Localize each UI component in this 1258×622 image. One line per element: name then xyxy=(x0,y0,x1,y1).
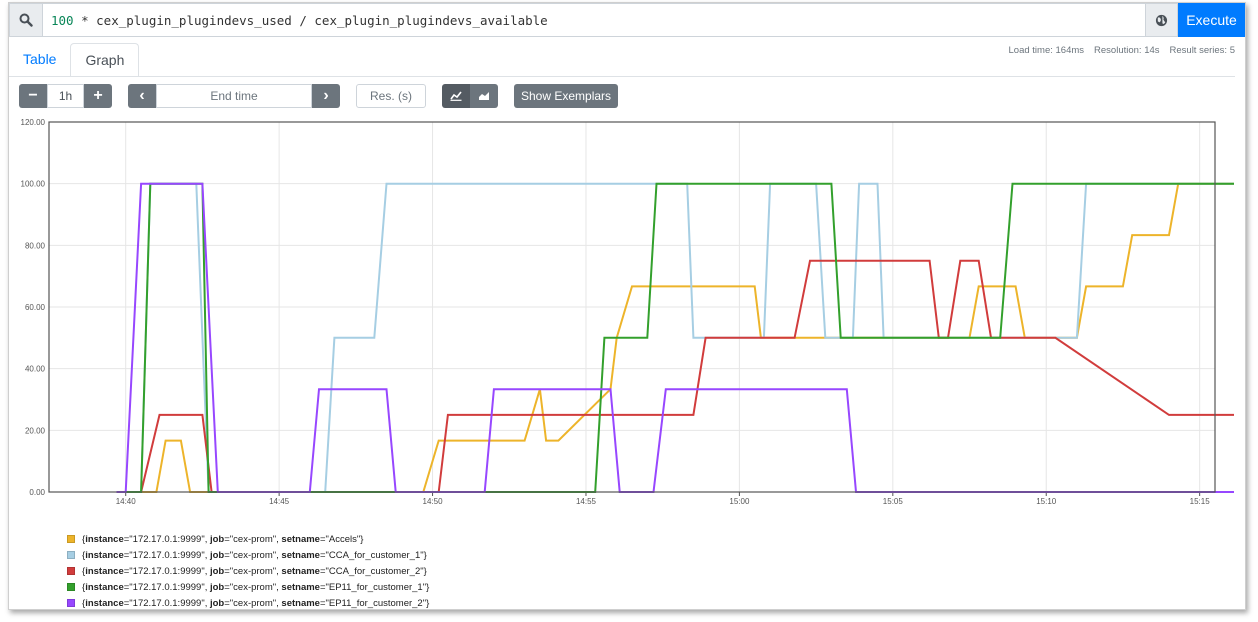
legend-item[interactable]: {instance="172.17.0.1:9999", job="cex-pr… xyxy=(67,579,429,595)
line-chart-icon[interactable] xyxy=(442,84,470,108)
query-number: 100 xyxy=(51,13,74,28)
show-exemplars-button[interactable]: Show Exemplars xyxy=(514,84,619,108)
legend-swatch xyxy=(67,535,75,543)
query-stats: Load time: 164ms Resolution: 14s Result … xyxy=(1009,45,1235,56)
x-tick-label: 14:40 xyxy=(116,497,137,506)
x-tick-label: 15:15 xyxy=(1190,497,1211,506)
x-tick-label: 14:45 xyxy=(269,497,290,506)
resolution-input[interactable]: Res. (s) xyxy=(356,84,426,108)
tab-bar: Table Graph xyxy=(9,43,140,77)
legend-item[interactable]: {instance="172.17.0.1:9999", job="cex-pr… xyxy=(67,595,429,611)
x-tick-label: 15:10 xyxy=(1036,497,1057,506)
legend-label: {instance="172.17.0.1:9999", job="cex-pr… xyxy=(82,533,364,545)
y-tick-label: 80.00 xyxy=(25,241,46,250)
query-expression: * cex_plugin_plugindevs_used / cex_plugi… xyxy=(73,13,548,28)
decrease-range-button[interactable]: − xyxy=(19,84,47,108)
globe-icon[interactable] xyxy=(1146,3,1178,37)
area-chart-icon[interactable] xyxy=(470,84,498,108)
range-input[interactable]: 1h xyxy=(47,84,84,108)
load-time: Load time: 164ms xyxy=(1008,45,1085,56)
legend-swatch xyxy=(67,583,75,591)
prev-time-button[interactable]: ‹ xyxy=(128,84,156,108)
legend-swatch xyxy=(67,567,75,575)
y-tick-label: 120.00 xyxy=(21,118,46,127)
legend-item[interactable]: {instance="172.17.0.1:9999", job="cex-pr… xyxy=(67,531,429,547)
graph-chart[interactable]: 0.00 20.00 40.00 60.00 80.00 100.00 120.00 14:4… xyxy=(9,113,1234,513)
prometheus-panel: 100 * cex_plugin_plugindevs_used / cex_p… xyxy=(8,2,1246,610)
legend-label: {instance="172.17.0.1:9999", job="cex-pr… xyxy=(82,565,427,577)
tab-graph[interactable]: Graph xyxy=(70,43,140,77)
legend-item[interactable]: {instance="172.17.0.1:9999", job="cex-pr… xyxy=(67,563,429,579)
execute-button[interactable]: Execute xyxy=(1178,3,1245,37)
end-time-input[interactable]: End time xyxy=(156,84,312,108)
y-tick-label: 100.00 xyxy=(21,180,46,189)
next-time-button[interactable]: › xyxy=(312,84,340,108)
legend-label: {instance="172.17.0.1:9999", job="cex-pr… xyxy=(82,549,427,561)
x-tick-label: 15:05 xyxy=(883,497,904,506)
legend-label: {instance="172.17.0.1:9999", job="cex-pr… xyxy=(82,581,430,593)
x-tick-label: 15:00 xyxy=(729,497,750,506)
query-row: 100 * cex_plugin_plugindevs_used / cex_p… xyxy=(9,3,1245,37)
graph-controls: − 1h + ‹ End time › Res. (s) Show Exempl… xyxy=(19,84,619,108)
y-tick-label: 40.00 xyxy=(25,365,46,374)
x-tick-label: 14:50 xyxy=(423,497,444,506)
resolution-stat: Resolution: 14s xyxy=(1094,45,1160,56)
graph-legend: {instance="172.17.0.1:9999", job="cex-pr… xyxy=(67,531,429,611)
legend-swatch xyxy=(67,599,75,607)
y-tick-label: 60.00 xyxy=(25,303,46,312)
tab-table[interactable]: Table xyxy=(9,43,70,77)
query-input[interactable]: 100 * cex_plugin_plugindevs_used / cex_p… xyxy=(43,3,1146,37)
y-tick-label: 0.00 xyxy=(29,488,45,497)
x-tick-label: 14:55 xyxy=(576,497,597,506)
legend-item[interactable]: {instance="172.17.0.1:9999", job="cex-pr… xyxy=(67,547,429,563)
y-tick-label: 20.00 xyxy=(25,426,46,435)
legend-swatch xyxy=(67,551,75,559)
legend-label: {instance="172.17.0.1:9999", job="cex-pr… xyxy=(82,597,430,609)
search-icon[interactable] xyxy=(9,3,43,37)
result-series: Result series: 5 xyxy=(1169,45,1235,56)
tab-divider xyxy=(9,76,1235,77)
increase-range-button[interactable]: + xyxy=(84,84,112,108)
